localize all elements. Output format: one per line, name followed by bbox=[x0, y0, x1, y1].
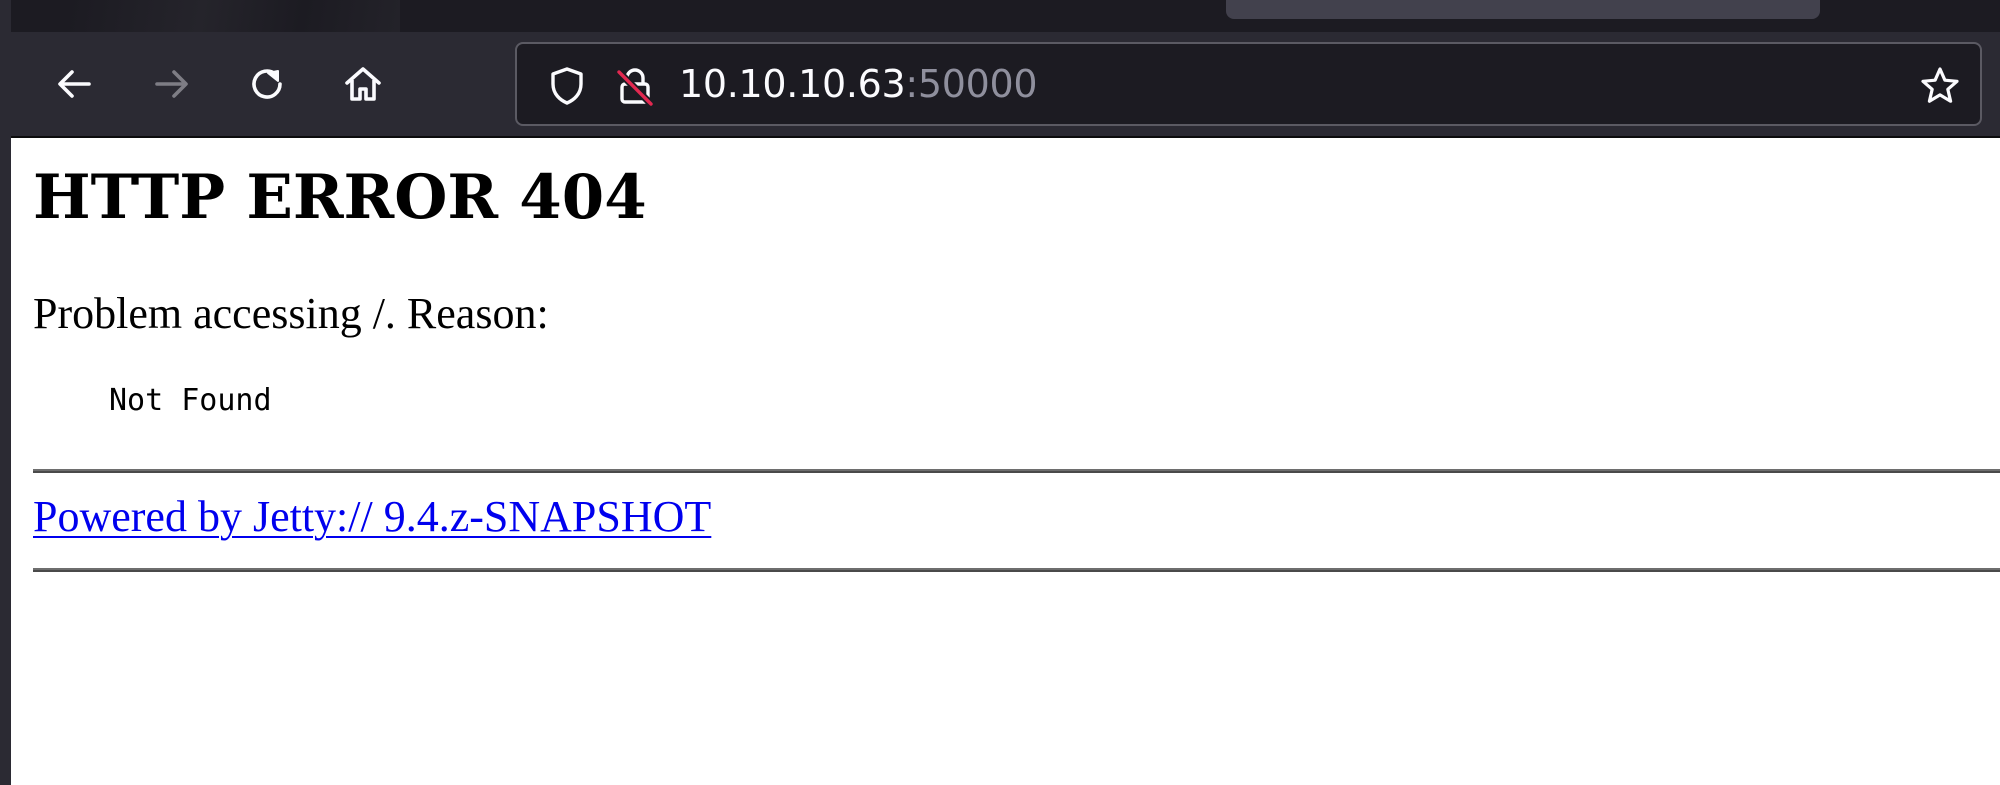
shield-icon[interactable] bbox=[545, 64, 589, 113]
error-reason: Not Found bbox=[109, 383, 272, 418]
divider bbox=[33, 469, 2000, 473]
problem-message: Problem accessing /. Reason: bbox=[33, 289, 549, 338]
address-bar[interactable]: 10.10.10.63:50000 bbox=[515, 42, 1982, 126]
reload-button[interactable] bbox=[243, 60, 291, 108]
error-title: HTTP ERROR 404 bbox=[33, 162, 647, 233]
tab-strip bbox=[0, 0, 2000, 32]
page-content: HTTP ERROR 404 Problem accessing /. Reas… bbox=[11, 138, 2000, 785]
back-button[interactable] bbox=[51, 60, 99, 108]
star-icon[interactable] bbox=[1918, 64, 1962, 113]
jetty-powered-by-link[interactable]: Powered by Jetty:// 9.4.z-SNAPSHOT bbox=[33, 488, 711, 546]
reload-icon bbox=[245, 62, 289, 106]
url-host: 10.10.10.63 bbox=[679, 62, 906, 106]
forward-arrow-icon bbox=[149, 62, 193, 106]
forward-button[interactable] bbox=[147, 60, 195, 108]
back-arrow-icon bbox=[53, 62, 97, 106]
tab-strip-background bbox=[70, 0, 400, 32]
divider bbox=[33, 568, 2000, 572]
active-tab[interactable] bbox=[1226, 0, 1820, 19]
browser-window: 10.10.10.63:50000 HTTP ERROR 404 Problem… bbox=[0, 0, 2000, 785]
url-port: :50000 bbox=[905, 62, 1038, 106]
window-edge bbox=[0, 0, 11, 785]
home-icon bbox=[341, 62, 385, 106]
home-button[interactable] bbox=[339, 60, 387, 108]
navigation-toolbar: 10.10.10.63:50000 bbox=[11, 32, 2000, 138]
insecure-lock-icon[interactable] bbox=[613, 64, 657, 113]
url-text[interactable]: 10.10.10.63:50000 bbox=[679, 44, 1038, 124]
